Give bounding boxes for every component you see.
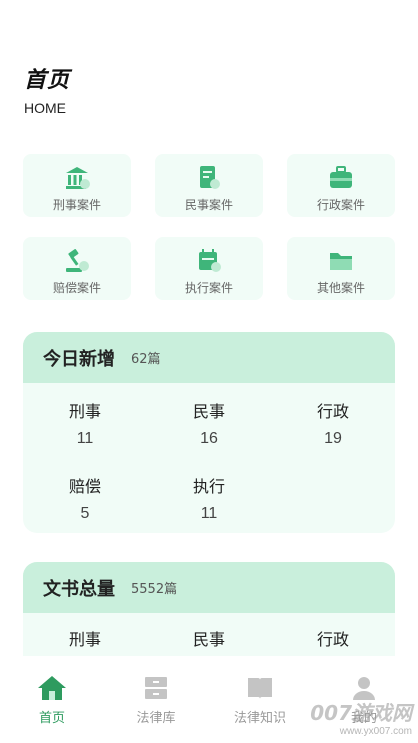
category-label: 行政案件	[316, 198, 365, 212]
bank-icon	[62, 164, 92, 192]
home-icon	[37, 674, 67, 702]
tab-label: 我的	[350, 711, 377, 726]
card-title: 文书总量	[43, 578, 115, 600]
card-title: 今日新增	[43, 348, 115, 370]
stat-name: 刑事	[68, 402, 101, 421]
stat-civil: 民事	[147, 626, 271, 650]
stat-name: 行政	[316, 402, 349, 421]
tab-label: 法律知识	[233, 711, 286, 726]
category-tile-administrative[interactable]: 行政案件	[287, 154, 395, 217]
category-label: 刑事案件	[52, 198, 101, 212]
calendar-icon	[194, 247, 224, 275]
tab-law-library[interactable]: 法律库	[104, 656, 208, 743]
stat-compensation: 赔偿 5	[23, 473, 147, 523]
stat-administrative: 行政 19	[271, 398, 395, 448]
stat-criminal: 刑事 11	[23, 398, 147, 448]
tab-label: 首页	[38, 711, 65, 726]
stat-value: 11	[76, 430, 94, 447]
tab-home[interactable]: 首页	[0, 656, 104, 743]
category-tile-compensation[interactable]: 赔偿案件	[23, 237, 131, 300]
stat-name: 执行	[192, 477, 225, 496]
cabinet-icon	[141, 674, 171, 702]
stat-name: 赔偿	[68, 477, 101, 496]
category-grid: 刑事案件 民事案件 行政案件 赔偿案件 执行案件 其他案件	[23, 154, 395, 302]
stat-value: 11	[200, 505, 218, 522]
category-tile-civil[interactable]: 民事案件	[155, 154, 263, 217]
stat-name: 民事	[192, 402, 225, 421]
category-tile-criminal[interactable]: 刑事案件	[23, 154, 131, 217]
document-icon	[194, 164, 224, 192]
page-subtitle: HOME	[24, 100, 66, 116]
person-icon	[349, 674, 379, 702]
category-label: 执行案件	[184, 281, 233, 295]
stat-administrative: 行政	[271, 626, 395, 650]
page-title: 首页	[24, 68, 71, 93]
tab-label: 法律库	[136, 711, 176, 726]
bottom-tab-bar: 首页 法律库 法律知识 我的	[0, 656, 418, 743]
stat-value: 5	[80, 505, 90, 522]
book-icon	[245, 674, 275, 702]
card-count: 5552篇	[131, 582, 178, 597]
category-tile-enforcement[interactable]: 执行案件	[155, 237, 263, 300]
tab-mine[interactable]: 我的	[312, 656, 416, 743]
briefcase-icon	[326, 164, 356, 192]
stat-value: 19	[324, 430, 342, 447]
category-label: 赔偿案件	[52, 281, 101, 295]
stat-name: 民事	[192, 630, 225, 649]
stat-name: 行政	[316, 630, 349, 649]
stat-criminal: 刑事	[23, 626, 147, 650]
category-tile-other[interactable]: 其他案件	[287, 237, 395, 300]
category-label: 其他案件	[316, 281, 365, 295]
card-header: 文书总量 5552篇	[23, 562, 395, 613]
folder-icon	[326, 247, 356, 275]
gavel-icon	[62, 247, 92, 275]
card-count: 62篇	[131, 352, 161, 367]
stat-enforcement: 执行 11	[147, 473, 271, 523]
today-new-card[interactable]: 今日新增 62篇 刑事 11 民事 16 行政 19 赔偿 5 执行 11	[23, 332, 395, 533]
page-header: 首页 HOME	[24, 62, 70, 116]
category-label: 民事案件	[184, 198, 233, 212]
document-total-card[interactable]: 文书总量 5552篇 刑事 民事 行政	[23, 562, 395, 662]
stat-civil: 民事 16	[147, 398, 271, 448]
card-header: 今日新增 62篇	[23, 332, 395, 383]
stat-value: 16	[200, 430, 218, 447]
stat-name: 刑事	[68, 630, 101, 649]
tab-legal-knowledge[interactable]: 法律知识	[208, 656, 312, 743]
